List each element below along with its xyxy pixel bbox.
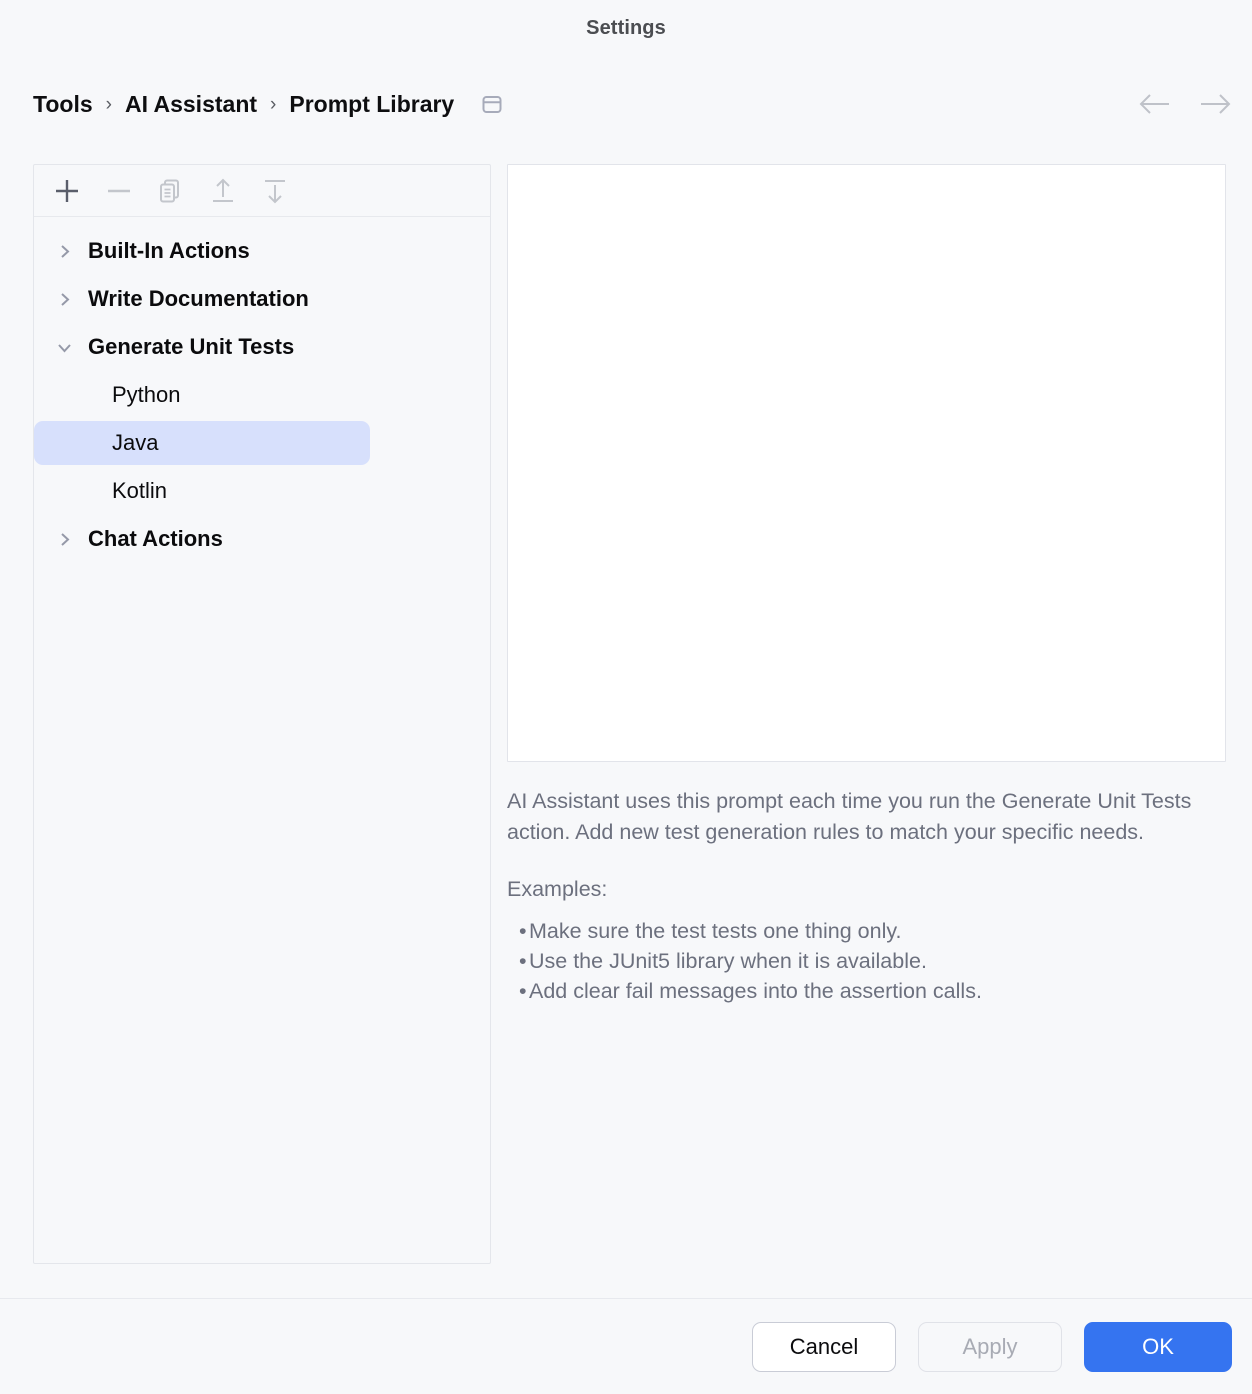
ok-button[interactable]: OK xyxy=(1084,1321,1232,1372)
examples-list: • Make sure the test tests one thing onl… xyxy=(507,916,1226,1006)
list-item: • Add clear fail messages into the asser… xyxy=(507,976,1226,1006)
tree-toolbar xyxy=(34,165,490,217)
examples-label: Examples: xyxy=(507,877,608,901)
breadcrumb-item-tools[interactable]: Tools xyxy=(33,91,93,118)
tree-node-java-inner: Java xyxy=(34,421,370,465)
tree-node-java[interactable]: Java xyxy=(34,419,490,467)
list-item: • Use the JUnit5 library when it is avai… xyxy=(507,946,1226,976)
arrow-up-import-icon xyxy=(202,172,244,210)
minus-icon xyxy=(98,172,140,210)
chevron-right-icon[interactable] xyxy=(56,291,88,308)
bullet-icon: • xyxy=(519,979,527,1003)
list-item-label: Make sure the test tests one thing only. xyxy=(529,919,902,943)
prompt-tree: Built-In Actions Write Documentation Gen… xyxy=(34,217,490,563)
list-item: • Make sure the test tests one thing onl… xyxy=(507,916,1226,946)
prompt-description: AI Assistant uses this prompt each time … xyxy=(507,789,1192,844)
tree-node-label: Kotlin xyxy=(112,478,168,503)
prompt-editor-textarea[interactable] xyxy=(507,164,1226,762)
tree-node-built-in-actions[interactable]: Built-In Actions xyxy=(34,227,490,275)
tree-node-label: Java xyxy=(112,430,159,455)
breadcrumb-item-prompt-library[interactable]: Prompt Library xyxy=(289,91,454,118)
arrow-left-icon[interactable] xyxy=(1138,91,1172,117)
tree-node-label: Generate Unit Tests xyxy=(88,334,295,359)
tree-node-label: Write Documentation xyxy=(88,286,309,311)
tree-node-chat-actions[interactable]: Chat Actions xyxy=(34,515,490,563)
bullet-icon: • xyxy=(519,949,527,973)
dialog-footer: Cancel Apply OK xyxy=(0,1299,1252,1394)
navigation-arrows xyxy=(1138,80,1232,128)
breadcrumb-bar: Tools › AI Assistant › Prompt Library xyxy=(0,80,1252,128)
tree-node-label: Chat Actions xyxy=(88,526,223,551)
tree-node-kotlin-inner: Kotlin xyxy=(34,469,183,513)
arrow-down-export-icon xyxy=(254,172,296,210)
page-title: Settings xyxy=(586,16,666,39)
cancel-button[interactable]: Cancel xyxy=(752,1321,896,1372)
prompt-detail-panel: AI Assistant uses this prompt each time … xyxy=(507,164,1226,1394)
bullet-icon: • xyxy=(519,919,527,943)
prompt-tree-panel: Built-In Actions Write Documentation Gen… xyxy=(33,164,491,1264)
tree-node-label: Built-In Actions xyxy=(88,238,250,263)
chevron-right-icon[interactable] xyxy=(56,531,88,548)
tree-node-label: Python xyxy=(112,382,181,407)
tree-node-python-inner: Python xyxy=(34,373,197,417)
tree-node-generate-unit-tests[interactable]: Generate Unit Tests xyxy=(34,323,490,371)
tree-node-write-documentation[interactable]: Write Documentation xyxy=(34,275,490,323)
tree-node-python[interactable]: Python xyxy=(34,371,490,419)
breadcrumb-separator: › xyxy=(270,94,277,115)
list-item-label: Use the JUnit5 library when it is availa… xyxy=(529,949,927,973)
chevron-down-icon[interactable] xyxy=(56,339,88,356)
breadcrumb-item-ai-assistant[interactable]: AI Assistant xyxy=(125,91,257,118)
window-panel-icon[interactable] xyxy=(481,95,503,114)
arrow-right-icon[interactable] xyxy=(1198,91,1232,117)
plus-icon[interactable] xyxy=(46,172,88,210)
apply-button[interactable]: Apply xyxy=(918,1321,1062,1372)
chevron-right-icon[interactable] xyxy=(56,243,88,260)
breadcrumb-separator: › xyxy=(105,94,112,115)
breadcrumb: Tools › AI Assistant › Prompt Library xyxy=(33,91,503,118)
tree-node-kotlin[interactable]: Kotlin xyxy=(34,467,490,515)
list-item-label: Add clear fail messages into the asserti… xyxy=(529,979,982,1003)
copy-icon xyxy=(150,172,192,210)
